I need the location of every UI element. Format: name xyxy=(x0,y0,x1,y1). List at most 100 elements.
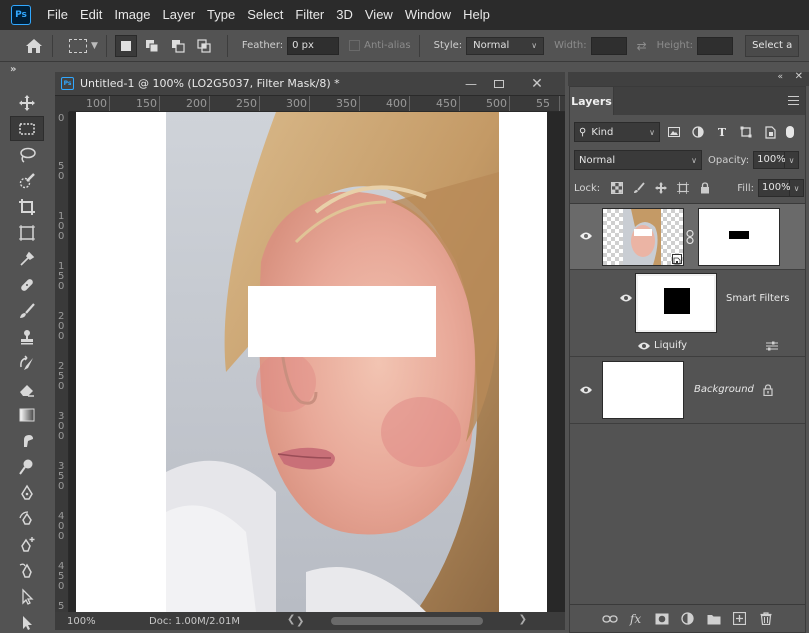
subtract-selection-button[interactable] xyxy=(167,35,189,57)
adjustment-filter-icon[interactable] xyxy=(688,123,708,141)
kind-filter-select[interactable]: ⚲ Kind ∨ xyxy=(574,122,660,142)
lock-all-icon[interactable] xyxy=(694,179,716,197)
adjustment-layer-icon[interactable] xyxy=(675,609,701,629)
collapse-toolbar-icon[interactable]: » xyxy=(10,64,16,75)
lock-artboard-icon[interactable] xyxy=(672,179,694,197)
lock-transparency-icon[interactable] xyxy=(606,179,628,197)
lasso-tool[interactable] xyxy=(10,142,44,167)
eye-icon[interactable] xyxy=(579,385,593,395)
menu-view[interactable]: View xyxy=(359,0,399,30)
scrollbar-thumb[interactable] xyxy=(331,617,483,625)
close-icon[interactable]: ✕ xyxy=(525,75,549,93)
new-layer-icon[interactable] xyxy=(727,609,753,629)
history-brush-tool[interactable] xyxy=(10,350,44,375)
panel-menu-icon[interactable] xyxy=(788,96,799,105)
freeform-pen-tool[interactable] xyxy=(10,558,44,583)
healing-brush-tool[interactable] xyxy=(10,272,44,297)
new-selection-button[interactable] xyxy=(114,34,137,57)
smudge-tool[interactable] xyxy=(10,428,44,453)
layer-row-smart-filters[interactable]: Smart Filters xyxy=(570,270,805,336)
intersect-selection-button[interactable] xyxy=(193,35,215,57)
layer-mask-thumbnail[interactable] xyxy=(698,208,780,266)
direct-selection-tool[interactable] xyxy=(10,610,44,633)
layer-row-background[interactable]: Background xyxy=(570,357,805,423)
lock-position-icon[interactable] xyxy=(650,179,672,197)
chevron-down-icon[interactable]: ▼ xyxy=(91,41,98,51)
menu-select[interactable]: Select xyxy=(241,0,289,30)
blend-mode-select[interactable]: Normal ∨ xyxy=(574,150,702,170)
clone-stamp-tool[interactable] xyxy=(10,324,44,349)
menu-window[interactable]: Window xyxy=(399,0,457,30)
width-input[interactable] xyxy=(590,36,627,55)
horizontal-ruler[interactable]: 100 150 200 250 300 350 400 450 500 55 xyxy=(69,96,565,112)
new-group-folder-icon[interactable] xyxy=(701,609,727,629)
gradient-tool[interactable] xyxy=(10,402,44,427)
rect-marquee-tool[interactable] xyxy=(10,116,44,141)
filter-mask-thumbnail[interactable] xyxy=(635,273,717,333)
type-filter-icon[interactable]: T xyxy=(712,123,732,141)
layer-style-fx-icon[interactable]: fx xyxy=(623,609,649,629)
eye-icon[interactable] xyxy=(579,231,593,241)
feather-input[interactable]: 0 px xyxy=(287,36,340,55)
path-selection-tool[interactable] xyxy=(10,584,44,609)
tab-layers[interactable]: Layers xyxy=(570,87,614,115)
curvature-pen-tool[interactable] xyxy=(10,506,44,531)
menu-3d[interactable]: 3D xyxy=(330,0,359,30)
maximize-icon[interactable] xyxy=(487,75,511,93)
trash-icon[interactable] xyxy=(753,609,779,629)
scroll-right-icon[interactable]: ❯ xyxy=(519,614,527,625)
eraser-tool[interactable] xyxy=(10,376,44,401)
menu-type[interactable]: Type xyxy=(201,0,241,30)
frame-tool[interactable] xyxy=(10,220,44,245)
horizontal-scrollbar[interactable]: ❮ ❯ xyxy=(287,614,527,626)
link-layers-icon[interactable] xyxy=(597,609,623,629)
opacity-input[interactable]: 100% xyxy=(753,151,786,169)
zoom-level[interactable]: 100% xyxy=(55,616,96,627)
menu-edit[interactable]: Edit xyxy=(74,0,108,30)
pixel-layer-filter-icon[interactable] xyxy=(664,123,684,141)
dodge-tool[interactable] xyxy=(10,454,44,479)
home-icon[interactable] xyxy=(24,36,44,56)
eye-icon[interactable] xyxy=(637,341,651,351)
menu-help[interactable]: Help xyxy=(457,0,496,30)
layer-row-liquify[interactable]: Liquify xyxy=(570,336,805,356)
menu-image[interactable]: Image xyxy=(108,0,156,30)
height-input[interactable] xyxy=(697,36,734,55)
pen-tool[interactable] xyxy=(10,480,44,505)
move-tool[interactable] xyxy=(10,90,44,115)
style-select[interactable]: Normal ∨ xyxy=(466,36,545,55)
filter-toggle[interactable] xyxy=(786,126,794,138)
smart-object-filter-icon[interactable] xyxy=(760,123,780,141)
eye-icon[interactable] xyxy=(619,293,633,303)
scroll-left-icon[interactable]: ❮ xyxy=(287,614,295,625)
document-tab[interactable]: Ps Untitled-1 @ 100% (LO2G5037, Filter M… xyxy=(55,72,565,96)
select-and-mask-button[interactable]: Select a xyxy=(745,34,800,57)
lock-brush-icon[interactable] xyxy=(628,179,650,197)
menu-file[interactable]: File xyxy=(41,0,74,30)
vertical-ruler[interactable]: 0 5 0 1 0 0 1 5 0 2 0 0 2 5 0 3 0 0 3 5 … xyxy=(55,112,69,612)
shape-filter-icon[interactable] xyxy=(736,123,756,141)
menu-layer[interactable]: Layer xyxy=(157,0,202,30)
add-mask-icon[interactable] xyxy=(649,609,675,629)
rect-marquee-preset-icon[interactable] xyxy=(69,38,87,53)
eyedropper-tool[interactable] xyxy=(10,246,44,271)
chevron-down-icon[interactable]: ∨ xyxy=(785,151,800,169)
add-anchor-tool[interactable] xyxy=(10,532,44,557)
fill-input[interactable]: 100% xyxy=(758,179,791,197)
collapse-panels-icon[interactable]: « xyxy=(777,72,783,82)
minimize-icon[interactable]: — xyxy=(459,75,483,93)
lock-icon[interactable] xyxy=(763,384,773,396)
menu-filter[interactable]: Filter xyxy=(289,0,330,30)
quick-select-tool[interactable] xyxy=(10,168,44,193)
layer-row-smart-object[interactable] xyxy=(570,204,805,269)
crop-tool[interactable] xyxy=(10,194,44,219)
swap-dimensions-icon[interactable]: ⇄ xyxy=(637,39,647,53)
filter-options-icon[interactable] xyxy=(766,340,778,352)
canvas[interactable] xyxy=(69,112,565,612)
link-chain-icon[interactable] xyxy=(686,230,694,244)
add-selection-button[interactable] xyxy=(141,35,163,57)
close-panel-icon[interactable]: ✕ xyxy=(795,71,803,82)
brush-tool[interactable] xyxy=(10,298,44,323)
antialias-checkbox[interactable] xyxy=(349,40,361,51)
chevron-down-icon[interactable]: ∨ xyxy=(790,179,804,197)
